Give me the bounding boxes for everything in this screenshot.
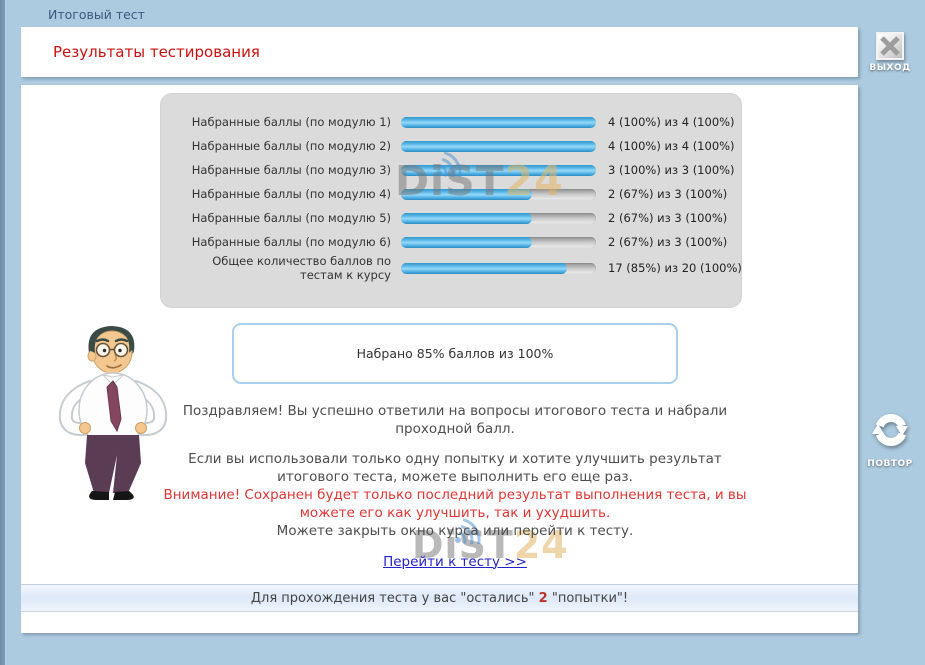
- go-to-test-link[interactable]: Перейти к тесту >>: [383, 554, 527, 572]
- progress-bar-fill: [401, 117, 596, 128]
- attempts-text-after: "попытки"!: [548, 591, 628, 606]
- score-value: 4 (100%) из 4 (100%): [608, 139, 735, 153]
- progress-bar-track: [401, 165, 596, 176]
- repeat-button[interactable]: ПОВТОР: [864, 408, 916, 469]
- score-label: Набранные баллы (по модулю 6): [171, 235, 391, 249]
- congrats-text: Поздравляем! Вы успешно ответили на вопр…: [155, 403, 755, 439]
- score-label: Набранные баллы (по модулю 1): [171, 115, 391, 129]
- score-label: Набранные баллы (по модулю 5): [171, 211, 391, 225]
- page-title: Результаты тестирования: [53, 43, 260, 61]
- score-row: Набранные баллы (по модулю 4) 2 (67%) из …: [161, 182, 741, 206]
- progress-bar-track: [401, 213, 596, 224]
- result-message: Поздравляем! Вы успешно ответили на вопр…: [155, 403, 755, 572]
- progress-bar-track: [401, 117, 596, 128]
- close-info-text: Можете закрыть окно курса или перейти к …: [155, 523, 755, 541]
- progress-bar-fill: [401, 189, 532, 200]
- progress-bar-track: [401, 141, 596, 152]
- score-row: Набранные баллы (по модулю 2) 4 (100%) из…: [161, 134, 741, 158]
- score-value: 2 (67%) из 3 (100%): [608, 235, 727, 249]
- exit-button[interactable]: ВЫХОД: [864, 32, 916, 73]
- progress-bar-fill: [401, 237, 532, 248]
- score-label: Набранные баллы (по модулю 3): [171, 163, 391, 177]
- refresh-icon[interactable]: [867, 408, 913, 452]
- progress-bar-track: [401, 263, 596, 274]
- score-value: 4 (100%) из 4 (100%): [608, 115, 735, 129]
- results-panel: Набранные баллы (по модулю 1) 4 (100%) из…: [160, 93, 742, 308]
- attempts-text-before: Для прохождения теста у вас "остались": [251, 591, 539, 606]
- content-panel: Набранные баллы (по модулю 1) 4 (100%) из…: [21, 85, 858, 633]
- score-row: Набранные баллы (по модулю 6) 2 (67%) из …: [161, 230, 741, 254]
- score-row: Общее количество баллов по тестам к курс…: [161, 254, 741, 283]
- progress-bar-track: [401, 189, 596, 200]
- score-rows: Набранные баллы (по модулю 1) 4 (100%) из…: [161, 110, 741, 283]
- header-panel: Результаты тестирования: [21, 27, 858, 77]
- score-label: Общее количество баллов по тестам к курс…: [171, 254, 391, 283]
- score-row: Набранные баллы (по модулю 5) 2 (67%) из …: [161, 206, 741, 230]
- window-title: Итоговый тест: [48, 7, 145, 22]
- score-label: Набранные баллы (по модулю 2): [171, 139, 391, 153]
- score-value: 17 (85%) из 20 (100%): [608, 261, 742, 275]
- exit-button-label: ВЫХОД: [864, 63, 916, 73]
- score-summary-box: Набрано 85% баллов из 100%: [232, 323, 678, 384]
- progress-bar-fill: [401, 141, 596, 152]
- score-label: Набранные баллы (по модулю 4): [171, 187, 391, 201]
- close-icon[interactable]: [876, 32, 904, 60]
- progress-bar-fill: [401, 213, 532, 224]
- repeat-button-label: ПОВТОР: [864, 459, 916, 469]
- attempts-bar: Для прохождения теста у вас "остались" 2…: [21, 584, 858, 612]
- desktop: Итоговый тест Результаты тестирования На…: [0, 0, 925, 665]
- retry-info-text: Если вы использовали только одну попытку…: [155, 451, 755, 487]
- score-summary-text: Набрано 85% баллов из 100%: [357, 346, 554, 361]
- progress-bar-track: [401, 237, 596, 248]
- score-value: 2 (67%) из 3 (100%): [608, 211, 727, 225]
- score-value: 3 (100%) из 3 (100%): [608, 163, 735, 177]
- score-row: Набранные баллы (по модулю 1) 4 (100%) из…: [161, 110, 741, 134]
- score-value: 2 (67%) из 3 (100%): [608, 187, 727, 201]
- warning-text: Внимание! Сохранен будет только последни…: [155, 487, 755, 523]
- progress-bar-fill: [401, 165, 596, 176]
- score-row: Набранные баллы (по модулю 3) 3 (100%) из…: [161, 158, 741, 182]
- attempts-count: 2: [539, 591, 548, 606]
- progress-bar-fill: [401, 263, 567, 274]
- left-border-strip: [0, 0, 5, 665]
